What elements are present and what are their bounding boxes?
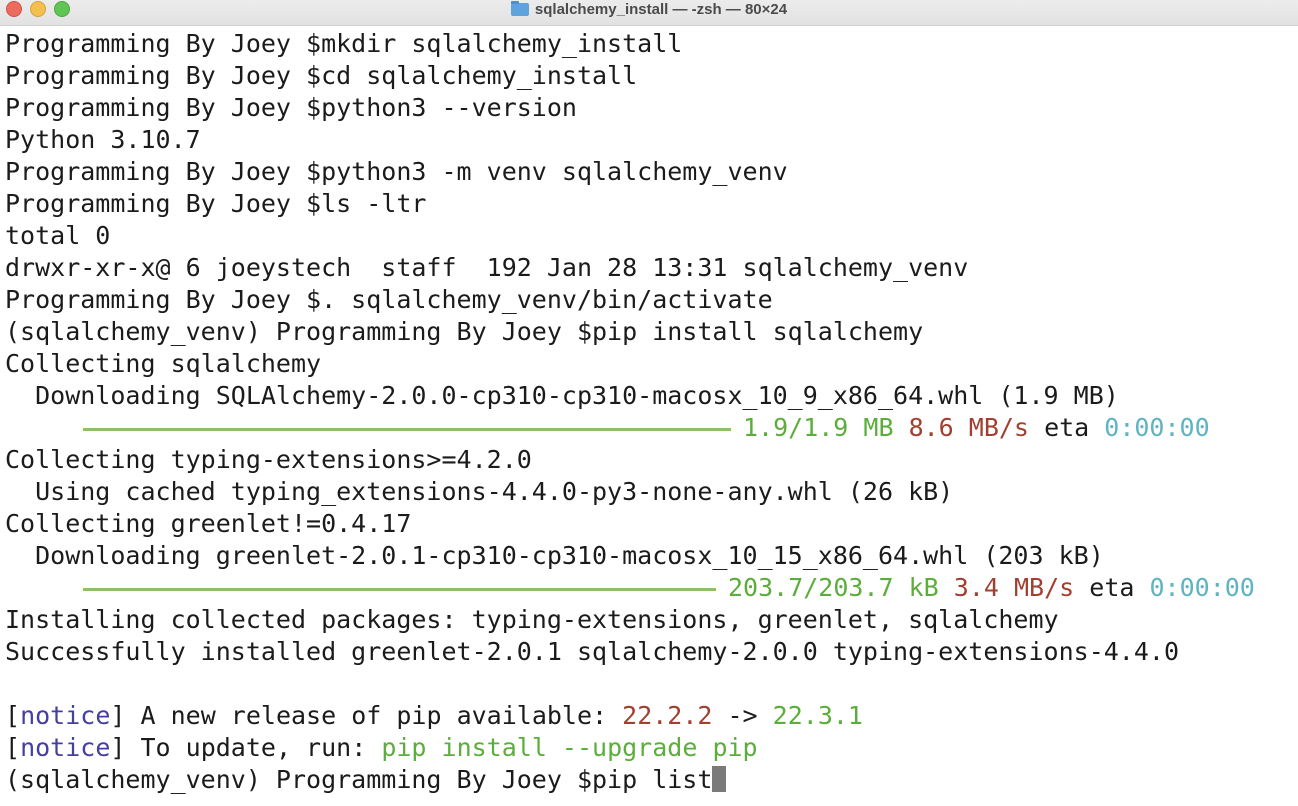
progress-speed: 8.6 MB/s	[908, 413, 1029, 442]
notice-text: To update, run:	[125, 733, 382, 762]
progress-size: 203.7/203.7 kB	[728, 573, 939, 602]
terminal-line: drwxr-xr-x@ 6 joeystech staff 192 Jan 28…	[5, 253, 969, 282]
command-prompt[interactable]: (sqlalchemy_venv) Programming By Joey $p…	[5, 764, 727, 796]
notice-tag: notice	[20, 701, 111, 730]
bracket: [	[5, 733, 21, 762]
terminal-line: Python 3.10.7	[5, 125, 201, 154]
terminal-line: total 0	[5, 221, 111, 250]
terminal-content[interactable]: Programming By Joey $mkdir sqlalchemy_in…	[0, 27, 1298, 806]
upgrade-command: pip install --upgrade pip	[381, 733, 758, 762]
progress-size: 1.9/1.9 MB	[743, 413, 894, 442]
terminal-line: Programming By Joey $python3 -m venv sql…	[5, 157, 788, 186]
terminal-line: Programming By Joey $. sqlalchemy_venv/b…	[5, 285, 773, 314]
progress-line: 1.9/1.9 MB 8.6 MB/s eta 0:00:00	[5, 412, 1210, 444]
prompt-text: (sqlalchemy_venv) Programming By Joey $p…	[5, 765, 713, 794]
terminal-line: (sqlalchemy_venv) Programming By Joey $p…	[5, 317, 924, 346]
progress-speed: 3.4 MB/s	[953, 573, 1075, 602]
folder-icon	[510, 0, 529, 16]
bracket: [	[5, 701, 21, 730]
new-version: 22.3.1	[772, 701, 863, 730]
terminal-line: Collecting greenlet!=0.4.17	[5, 509, 412, 538]
terminal-line: Using cached typing_extensions-4.4.0-py3…	[5, 477, 954, 506]
progress-eta-label: eta	[1044, 413, 1090, 442]
old-version: 22.2.2	[622, 701, 713, 730]
terminal-line: Downloading greenlet-2.0.1-cp310-cp310-m…	[5, 541, 1104, 570]
title-bar[interactable]: sqlalchemy_install — -zsh — 80×24	[0, 0, 1298, 26]
window-title-container: sqlalchemy_install — -zsh — 80×24	[0, 0, 1298, 18]
bracket: ]	[110, 733, 126, 762]
terminal-line: Successfully installed greenlet-2.0.1 sq…	[5, 637, 1179, 666]
notice-text: A new release of pip available:	[125, 701, 623, 730]
terminal-line: Collecting sqlalchemy	[5, 349, 322, 378]
terminal-line: Downloading SQLAlchemy-2.0.0-cp310-cp310…	[5, 381, 1119, 410]
bracket: ]	[110, 701, 126, 730]
window-title: sqlalchemy_install — -zsh — 80×24	[534, 0, 788, 18]
progress-bar	[83, 587, 716, 591]
notice-line: [notice] To update, run: pip install --u…	[5, 732, 758, 764]
progress-eta-label: eta	[1089, 573, 1135, 602]
terminal-line: Programming By Joey $ls -ltr	[5, 189, 427, 218]
terminal-line: Programming By Joey $python3 --version	[5, 93, 577, 122]
progress-bar	[83, 427, 731, 431]
terminal-line: Programming By Joey $cd sqlalchemy_insta…	[5, 61, 638, 90]
text-cursor	[712, 766, 727, 792]
arrow: ->	[712, 701, 773, 730]
notice-tag: notice	[20, 733, 111, 762]
terminal-line: Collecting typing-extensions>=4.2.0	[5, 445, 532, 474]
progress-eta: 0:00:00	[1149, 573, 1255, 602]
progress-line: 203.7/203.7 kB 3.4 MB/s eta 0:00:00	[5, 572, 1255, 604]
terminal-line: Installing collected packages: typing-ex…	[5, 605, 1059, 634]
progress-eta: 0:00:00	[1104, 413, 1210, 442]
notice-line: [notice] A new release of pip available:…	[5, 700, 863, 732]
terminal-line: Programming By Joey $mkdir sqlalchemy_in…	[5, 29, 683, 58]
